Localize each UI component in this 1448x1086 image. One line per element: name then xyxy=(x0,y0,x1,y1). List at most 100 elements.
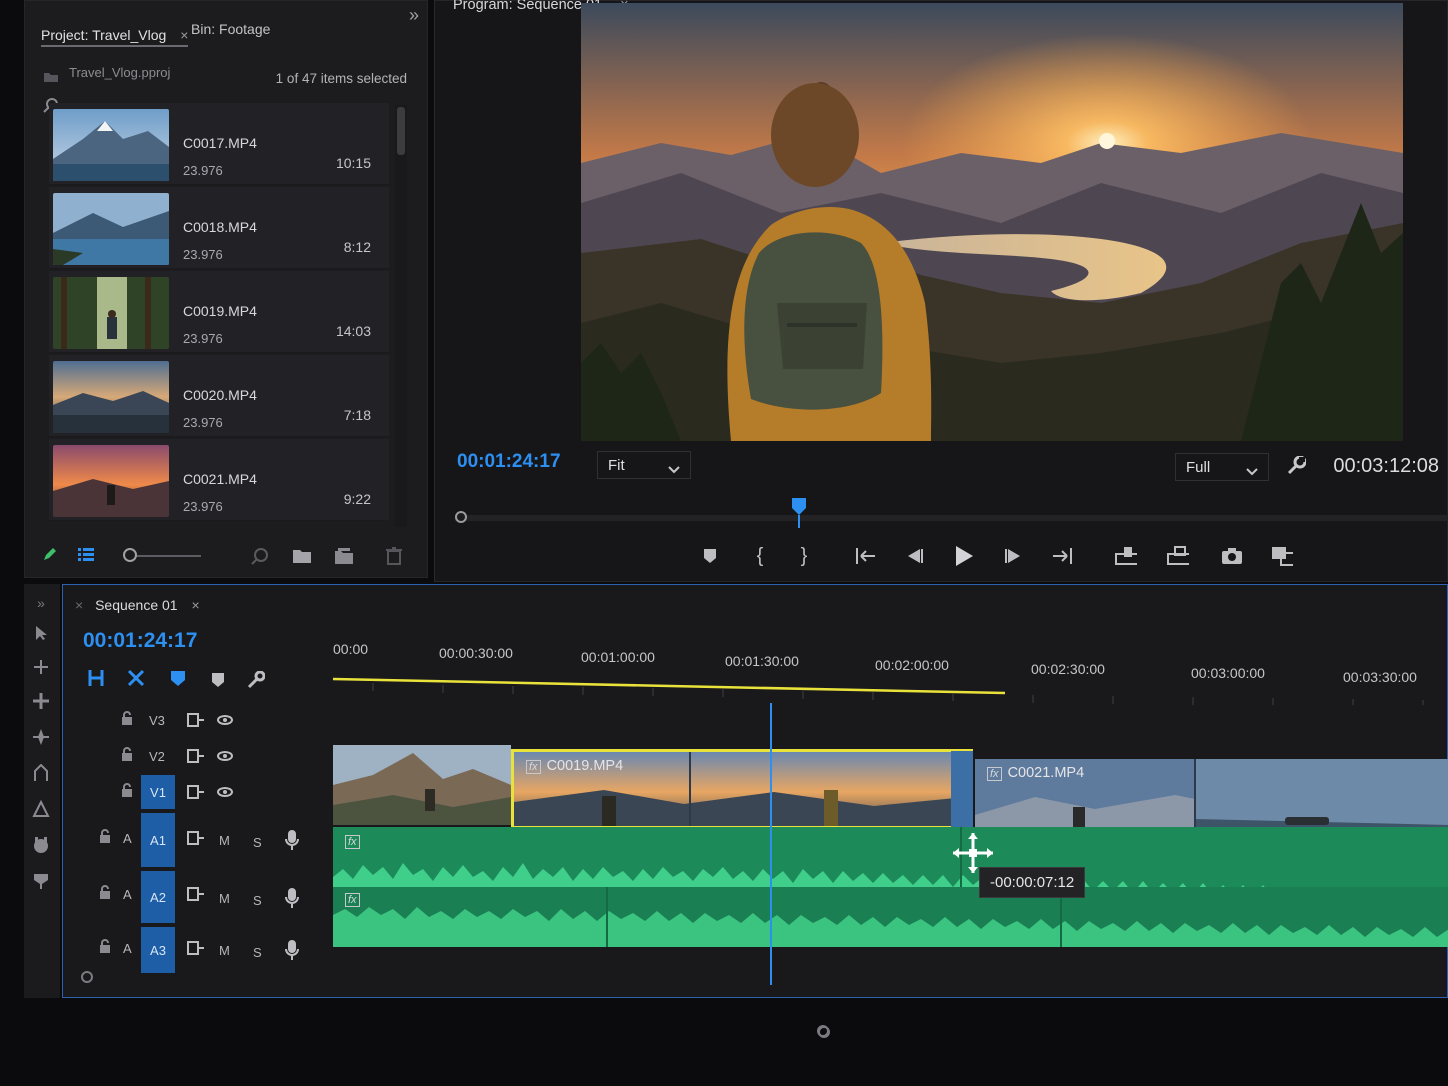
program-viewer[interactable] xyxy=(581,3,1403,441)
pen-tool-icon[interactable] xyxy=(30,762,52,784)
tab-project[interactable]: Project: Travel_Vlog × xyxy=(41,27,189,47)
tools-overflow-icon[interactable]: » xyxy=(30,592,52,614)
play-icon[interactable] xyxy=(953,545,975,567)
solo-button[interactable]: S xyxy=(253,945,262,960)
scrollbar-grip[interactable] xyxy=(397,107,405,155)
step-back-icon[interactable] xyxy=(903,545,925,567)
mute-button[interactable]: M xyxy=(219,943,230,958)
sync-lock-icon[interactable] xyxy=(187,831,205,845)
hand-tool-icon[interactable] xyxy=(30,834,52,856)
list-item[interactable]: C0020.MP4 23.976 7:18 xyxy=(49,355,389,437)
list-item[interactable]: C0021.MP4 23.976 9:22 xyxy=(49,439,389,521)
wrench-icon[interactable] xyxy=(1285,455,1307,477)
marker-icon[interactable] xyxy=(207,669,229,691)
razor-tool-icon[interactable] xyxy=(30,726,52,748)
source-patch[interactable]: A xyxy=(123,887,132,902)
type-tool-icon[interactable] xyxy=(30,870,52,892)
timeline-current-time[interactable]: 00:01:24:17 xyxy=(83,629,197,653)
snap-icon[interactable] xyxy=(85,667,107,689)
list-item[interactable]: C0019.MP4 23.976 14:03 xyxy=(49,271,389,353)
microphone-icon[interactable] xyxy=(285,829,299,851)
mute-button[interactable]: M xyxy=(219,891,230,906)
microphone-icon[interactable] xyxy=(285,887,299,909)
lock-icon[interactable] xyxy=(121,711,133,725)
export-frame-icon[interactable] xyxy=(1221,545,1243,567)
shape-tool-icon[interactable] xyxy=(30,798,52,820)
program-playhead[interactable] xyxy=(791,498,807,533)
program-current-time[interactable]: 00:01:24:17 xyxy=(457,451,561,473)
ripple-edit-tool-icon[interactable] xyxy=(30,690,52,712)
tab-bin-footage[interactable]: Bin: Footage xyxy=(191,21,270,37)
sync-lock-icon[interactable] xyxy=(187,749,205,763)
close-icon[interactable]: × xyxy=(75,597,83,613)
go-to-in-icon[interactable] xyxy=(855,545,877,567)
solo-button[interactable]: S xyxy=(253,835,262,850)
pen-icon[interactable] xyxy=(39,543,61,565)
eye-icon[interactable] xyxy=(217,787,233,797)
panel-overflow-icon[interactable]: » xyxy=(409,5,419,26)
trim-handle[interactable] xyxy=(951,751,973,829)
lock-icon[interactable] xyxy=(99,885,111,899)
eye-icon[interactable] xyxy=(217,751,233,761)
video-clip-selected[interactable]: fx C0019.MP4 xyxy=(511,749,973,829)
time-ruler[interactable]: 00:00 00:00:30:00 00:01:00:00 00:01:30:0… xyxy=(333,625,1448,705)
close-icon[interactable]: × xyxy=(192,597,200,613)
program-scrubber[interactable] xyxy=(455,498,1448,528)
lock-icon[interactable] xyxy=(99,829,111,843)
list-view-icon[interactable] xyxy=(75,543,97,565)
clip-fps: 23.976 xyxy=(183,163,223,178)
linked-selection-icon[interactable] xyxy=(125,667,147,689)
lock-icon[interactable] xyxy=(121,783,133,797)
go-to-out-icon[interactable] xyxy=(1051,545,1073,567)
list-item[interactable]: C0017.MP4 23.976 10:15 xyxy=(49,103,389,185)
solo-button[interactable]: S xyxy=(253,893,262,908)
marker-icon[interactable] xyxy=(699,545,721,567)
sync-lock-icon[interactable] xyxy=(187,713,205,727)
thumbnail-zoom-track[interactable] xyxy=(129,555,201,557)
track-target-v1[interactable]: V1 xyxy=(141,775,175,809)
close-icon[interactable]: × xyxy=(180,27,188,43)
playback-resolution-select[interactable]: Full xyxy=(1175,453,1269,481)
wrench-icon[interactable] xyxy=(245,669,267,691)
audio-clip-a2[interactable]: fx xyxy=(333,887,1448,947)
sync-lock-icon[interactable] xyxy=(187,941,205,955)
mute-button[interactable]: M xyxy=(219,833,230,848)
tab-project-label: Project: Travel_Vlog xyxy=(41,27,167,43)
new-bin-icon[interactable] xyxy=(333,545,355,567)
microphone-icon[interactable] xyxy=(285,939,299,961)
compare-icon[interactable] xyxy=(1271,545,1293,567)
program-monitor: Program: Sequence 01 × xyxy=(434,0,1448,582)
mark-in-icon[interactable]: { xyxy=(749,545,771,567)
tab-sequence-01[interactable]: × Sequence 01 × xyxy=(75,597,200,613)
track-select-tool-icon[interactable] xyxy=(30,656,52,678)
folder-icon[interactable] xyxy=(291,545,313,567)
lock-icon[interactable] xyxy=(121,747,133,761)
search-icon[interactable] xyxy=(249,545,271,567)
track-target-a2[interactable]: A2 xyxy=(141,871,175,923)
track-target-a3[interactable]: A3 xyxy=(141,927,175,973)
timeline-playhead[interactable] xyxy=(764,703,778,985)
sync-lock-icon[interactable] xyxy=(187,785,205,799)
media-list-scrollbar[interactable] xyxy=(395,105,407,527)
step-forward-icon[interactable] xyxy=(1003,545,1025,567)
mark-out-icon[interactable]: } xyxy=(793,545,815,567)
add-marker-icon[interactable] xyxy=(167,667,189,689)
track-height-handle[interactable] xyxy=(81,971,93,983)
selection-tool-icon[interactable] xyxy=(30,622,52,644)
track-area[interactable]: fx C0019.MP4 fx C0021.MP4 fx fx -00:00:07:… xyxy=(333,703,1448,999)
lock-icon[interactable] xyxy=(99,939,111,953)
video-clip[interactable] xyxy=(333,745,511,825)
fit-select[interactable]: Fit xyxy=(597,451,691,479)
eye-icon[interactable] xyxy=(217,715,233,725)
sync-lock-icon[interactable] xyxy=(187,887,205,901)
ruler-work-area[interactable] xyxy=(333,625,1448,705)
insert-icon[interactable] xyxy=(1115,545,1137,567)
thumbnail-zoom-slider[interactable] xyxy=(123,548,137,562)
source-patch[interactable]: A xyxy=(123,941,132,956)
overwrite-icon[interactable] xyxy=(1167,545,1189,567)
track-target-a1[interactable]: A1 xyxy=(141,813,175,867)
timeline-scroll-handle[interactable] xyxy=(818,1026,830,1038)
source-patch[interactable]: A xyxy=(123,831,132,846)
list-item[interactable]: C0018.MP4 23.976 8:12 xyxy=(49,187,389,269)
trash-icon[interactable] xyxy=(383,545,405,567)
